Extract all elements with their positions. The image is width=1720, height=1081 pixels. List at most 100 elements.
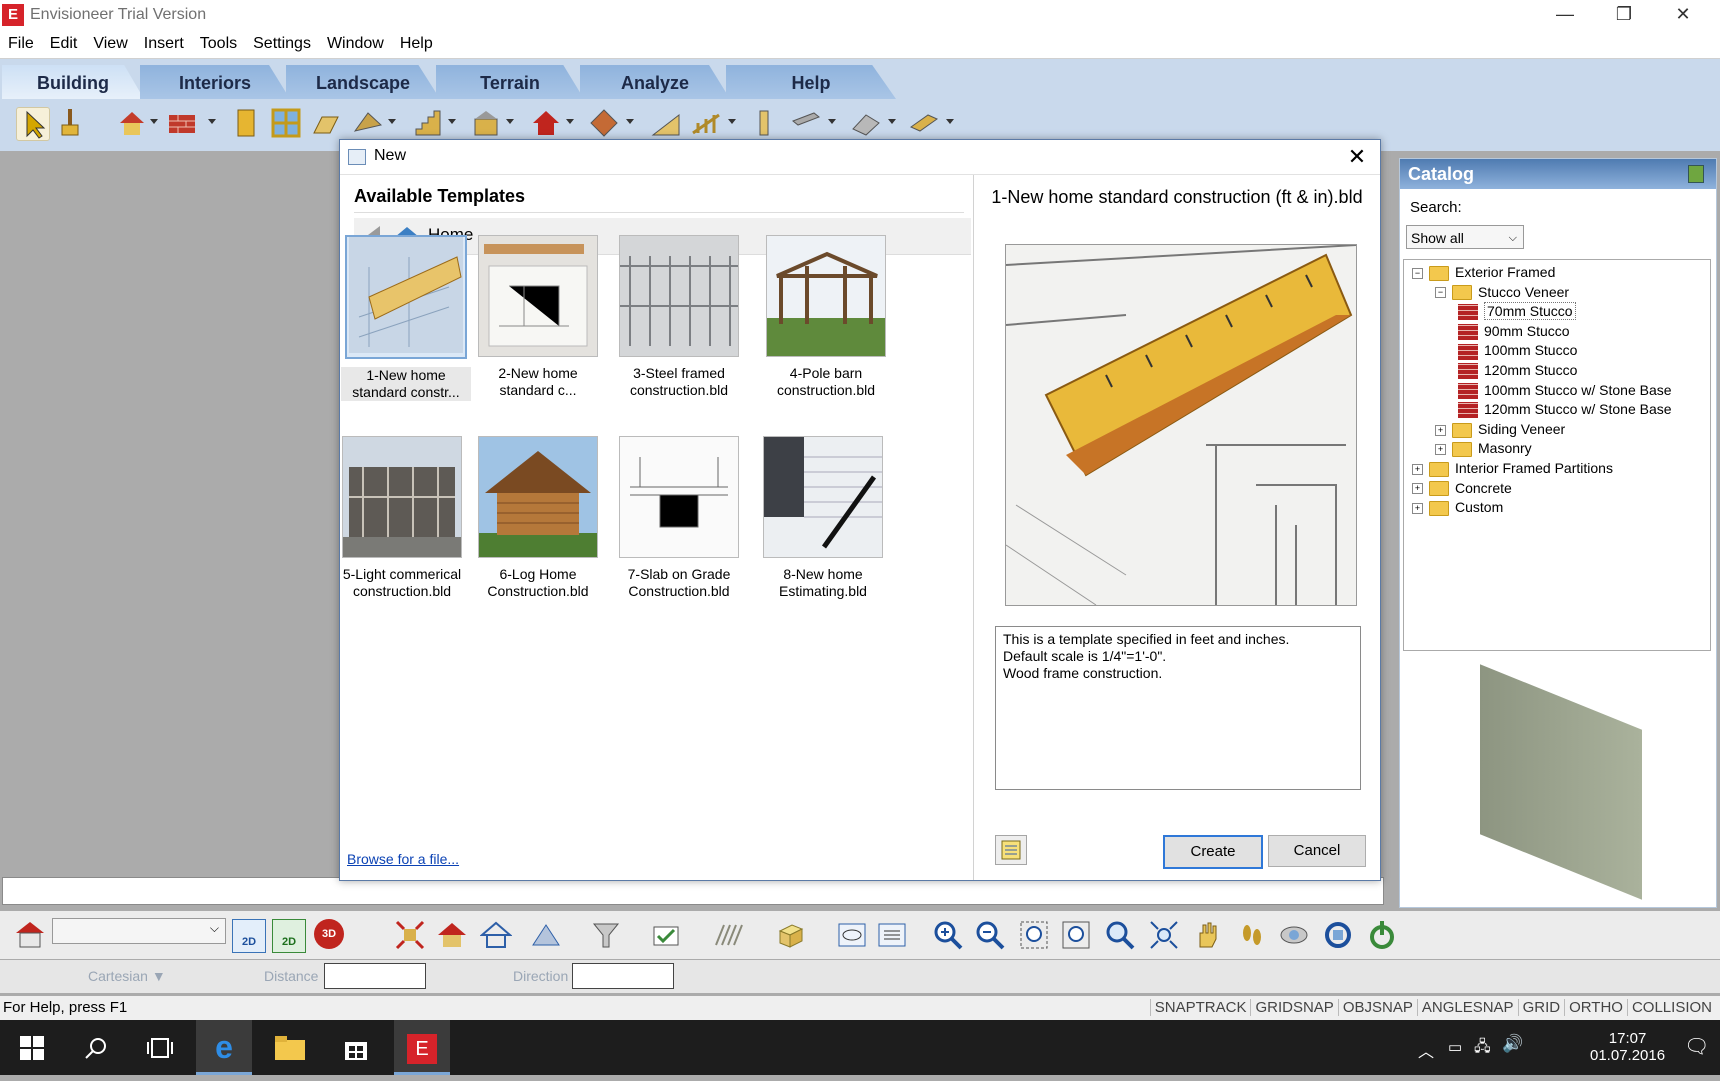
volume-icon[interactable]: 🔊 [1502,1034,1523,1054]
expand-icon[interactable]: + [1412,483,1423,495]
gridsnap-toggle[interactable]: GRIDSNAP [1250,999,1338,1016]
section-button[interactable] [712,919,744,951]
start-button[interactable] [4,1020,60,1075]
expand-icon[interactable]: + [1435,444,1446,456]
tree-item[interactable]: + Interior Framed Partitions [1412,458,1613,478]
chevron-down-icon[interactable] [448,119,456,124]
chevron-down-icon[interactable] [208,119,216,124]
template-item-4[interactable]: 4-Pole barn construction.bld [761,235,891,399]
chevron-up-icon[interactable]: ︿ [1418,1038,1434,1062]
menu-edit[interactable]: Edit [42,30,86,58]
ortho-toggle[interactable]: ORTHO [1564,999,1627,1016]
zoom-extents-button[interactable] [1018,919,1050,951]
template-item-6[interactable]: 6-Log Home Construction.bld [473,436,603,600]
chevron-down-icon[interactable] [150,119,158,124]
paint-tool-button[interactable] [54,107,86,139]
tree-item[interactable]: − Stucco Veneer [1435,282,1569,302]
chevron-down-icon[interactable] [728,119,736,124]
template-item-5[interactable]: 5-Light commerical construction.bld [337,436,467,600]
tree-item[interactable]: 100mm Stucco [1458,340,1577,360]
tab-help[interactable]: Help [726,65,896,99]
tree-item[interactable]: 90mm Stucco [1458,321,1570,341]
menu-tools[interactable]: Tools [192,30,245,58]
restore-button[interactable]: ❐ [1596,0,1652,30]
anglesnap-toggle[interactable]: ANGLESNAP [1416,999,1518,1016]
zoom-previous-button[interactable] [1104,919,1136,951]
tree-item[interactable]: + Custom [1412,497,1503,517]
direction-input[interactable] [572,963,674,989]
menu-help[interactable]: Help [392,30,441,58]
beam-tool-button[interactable] [790,107,822,139]
zoom-in-button[interactable] [932,919,964,951]
auto-house-button[interactable] [116,107,148,139]
floor-tool-button[interactable] [310,107,342,139]
notification-icon[interactable]: 🗨 [1684,1034,1709,1059]
column-tool-button[interactable] [748,107,780,139]
chevron-down-icon[interactable] [828,119,836,124]
pin-icon[interactable] [1688,165,1704,183]
menu-settings[interactable]: Settings [245,30,319,58]
pan-button[interactable] [1192,919,1224,951]
zoom-window-button[interactable] [1060,919,1092,951]
zoom-fit-button[interactable] [394,919,426,951]
distance-input[interactable] [324,963,426,989]
collapse-icon[interactable]: − [1412,267,1423,279]
framing-tool-button[interactable] [850,107,882,139]
deck-tool-button[interactable] [908,107,940,139]
network-icon[interactable]: 🖧 [1474,1036,1491,1061]
tree-item[interactable]: 100mm Stucco w/ Stone Base [1458,380,1672,400]
dialog-close-button[interactable]: ✕ [1342,142,1372,172]
close-window-button[interactable]: ✕ [1655,0,1711,30]
interior-view-button[interactable] [479,919,513,951]
roof-view-button[interactable] [530,919,562,951]
walkthrough-view-button[interactable] [876,919,908,951]
chevron-down-icon[interactable] [888,119,896,124]
ramp-tool-button[interactable] [650,107,682,139]
door-tool-button[interactable] [230,107,262,139]
rotate-button[interactable] [1322,919,1354,951]
refresh-button[interactable] [1366,919,1398,951]
search-button[interactable] [68,1020,124,1075]
select-tool-button[interactable] [16,107,50,141]
fit-view-button[interactable] [1148,919,1180,951]
menu-view[interactable]: View [85,30,135,58]
grid-toggle[interactable]: GRID [1517,999,1565,1016]
minimize-button[interactable]: — [1537,0,1593,30]
explorer-taskbar-button[interactable] [262,1020,318,1075]
template-item-7[interactable]: 7-Slab on Grade Construction.bld [614,436,744,600]
template-item-1[interactable]: 1-New home standard constr... [341,235,471,401]
snaptrack-toggle[interactable]: SNAPTRACK [1149,999,1251,1016]
materials-tool-button[interactable] [588,107,620,139]
browse-file-link[interactable]: Browse for a file... [347,851,459,867]
template-item-8[interactable]: 8-New home Estimating.bld [758,436,888,600]
store-taskbar-button[interactable] [328,1020,384,1075]
tab-interiors[interactable]: Interiors [140,65,290,99]
room-tool-button[interactable] [530,107,562,139]
tree-item[interactable]: + Siding Veneer [1435,419,1565,439]
chevron-down-icon[interactable] [946,119,954,124]
create-button[interactable]: Create [1163,835,1263,869]
menu-insert[interactable]: Insert [136,30,192,58]
envisioneer-taskbar-button[interactable]: E [394,1020,450,1075]
stairs-tool-button[interactable] [412,107,444,139]
walk-button[interactable] [1236,919,1268,951]
zoom-out-button[interactable] [974,919,1006,951]
task-view-button[interactable] [132,1020,188,1075]
wall-tool-button[interactable] [166,107,198,139]
menu-window[interactable]: Window [319,30,392,58]
expand-icon[interactable]: + [1412,502,1423,514]
filter-button[interactable] [590,919,622,951]
tree-item[interactable]: 120mm Stucco w/ Stone Base [1458,399,1672,419]
menu-file[interactable]: File [0,30,42,58]
cancel-button[interactable]: Cancel [1268,835,1366,867]
template-item-2[interactable]: 2-New home standard c... [473,235,603,399]
expand-icon[interactable]: + [1435,424,1446,436]
template-item-3[interactable]: 3-Steel framed construction.bld [614,235,744,399]
edge-taskbar-button[interactable]: e [196,1020,252,1075]
chevron-down-icon[interactable] [388,119,396,124]
expand-icon[interactable]: + [1412,463,1423,475]
railing-tool-button[interactable] [690,107,722,139]
chevron-down-icon[interactable] [566,119,574,124]
roof-tool-button[interactable] [352,107,384,139]
search-filter-select[interactable]: Show all ⌵ [1406,225,1524,249]
